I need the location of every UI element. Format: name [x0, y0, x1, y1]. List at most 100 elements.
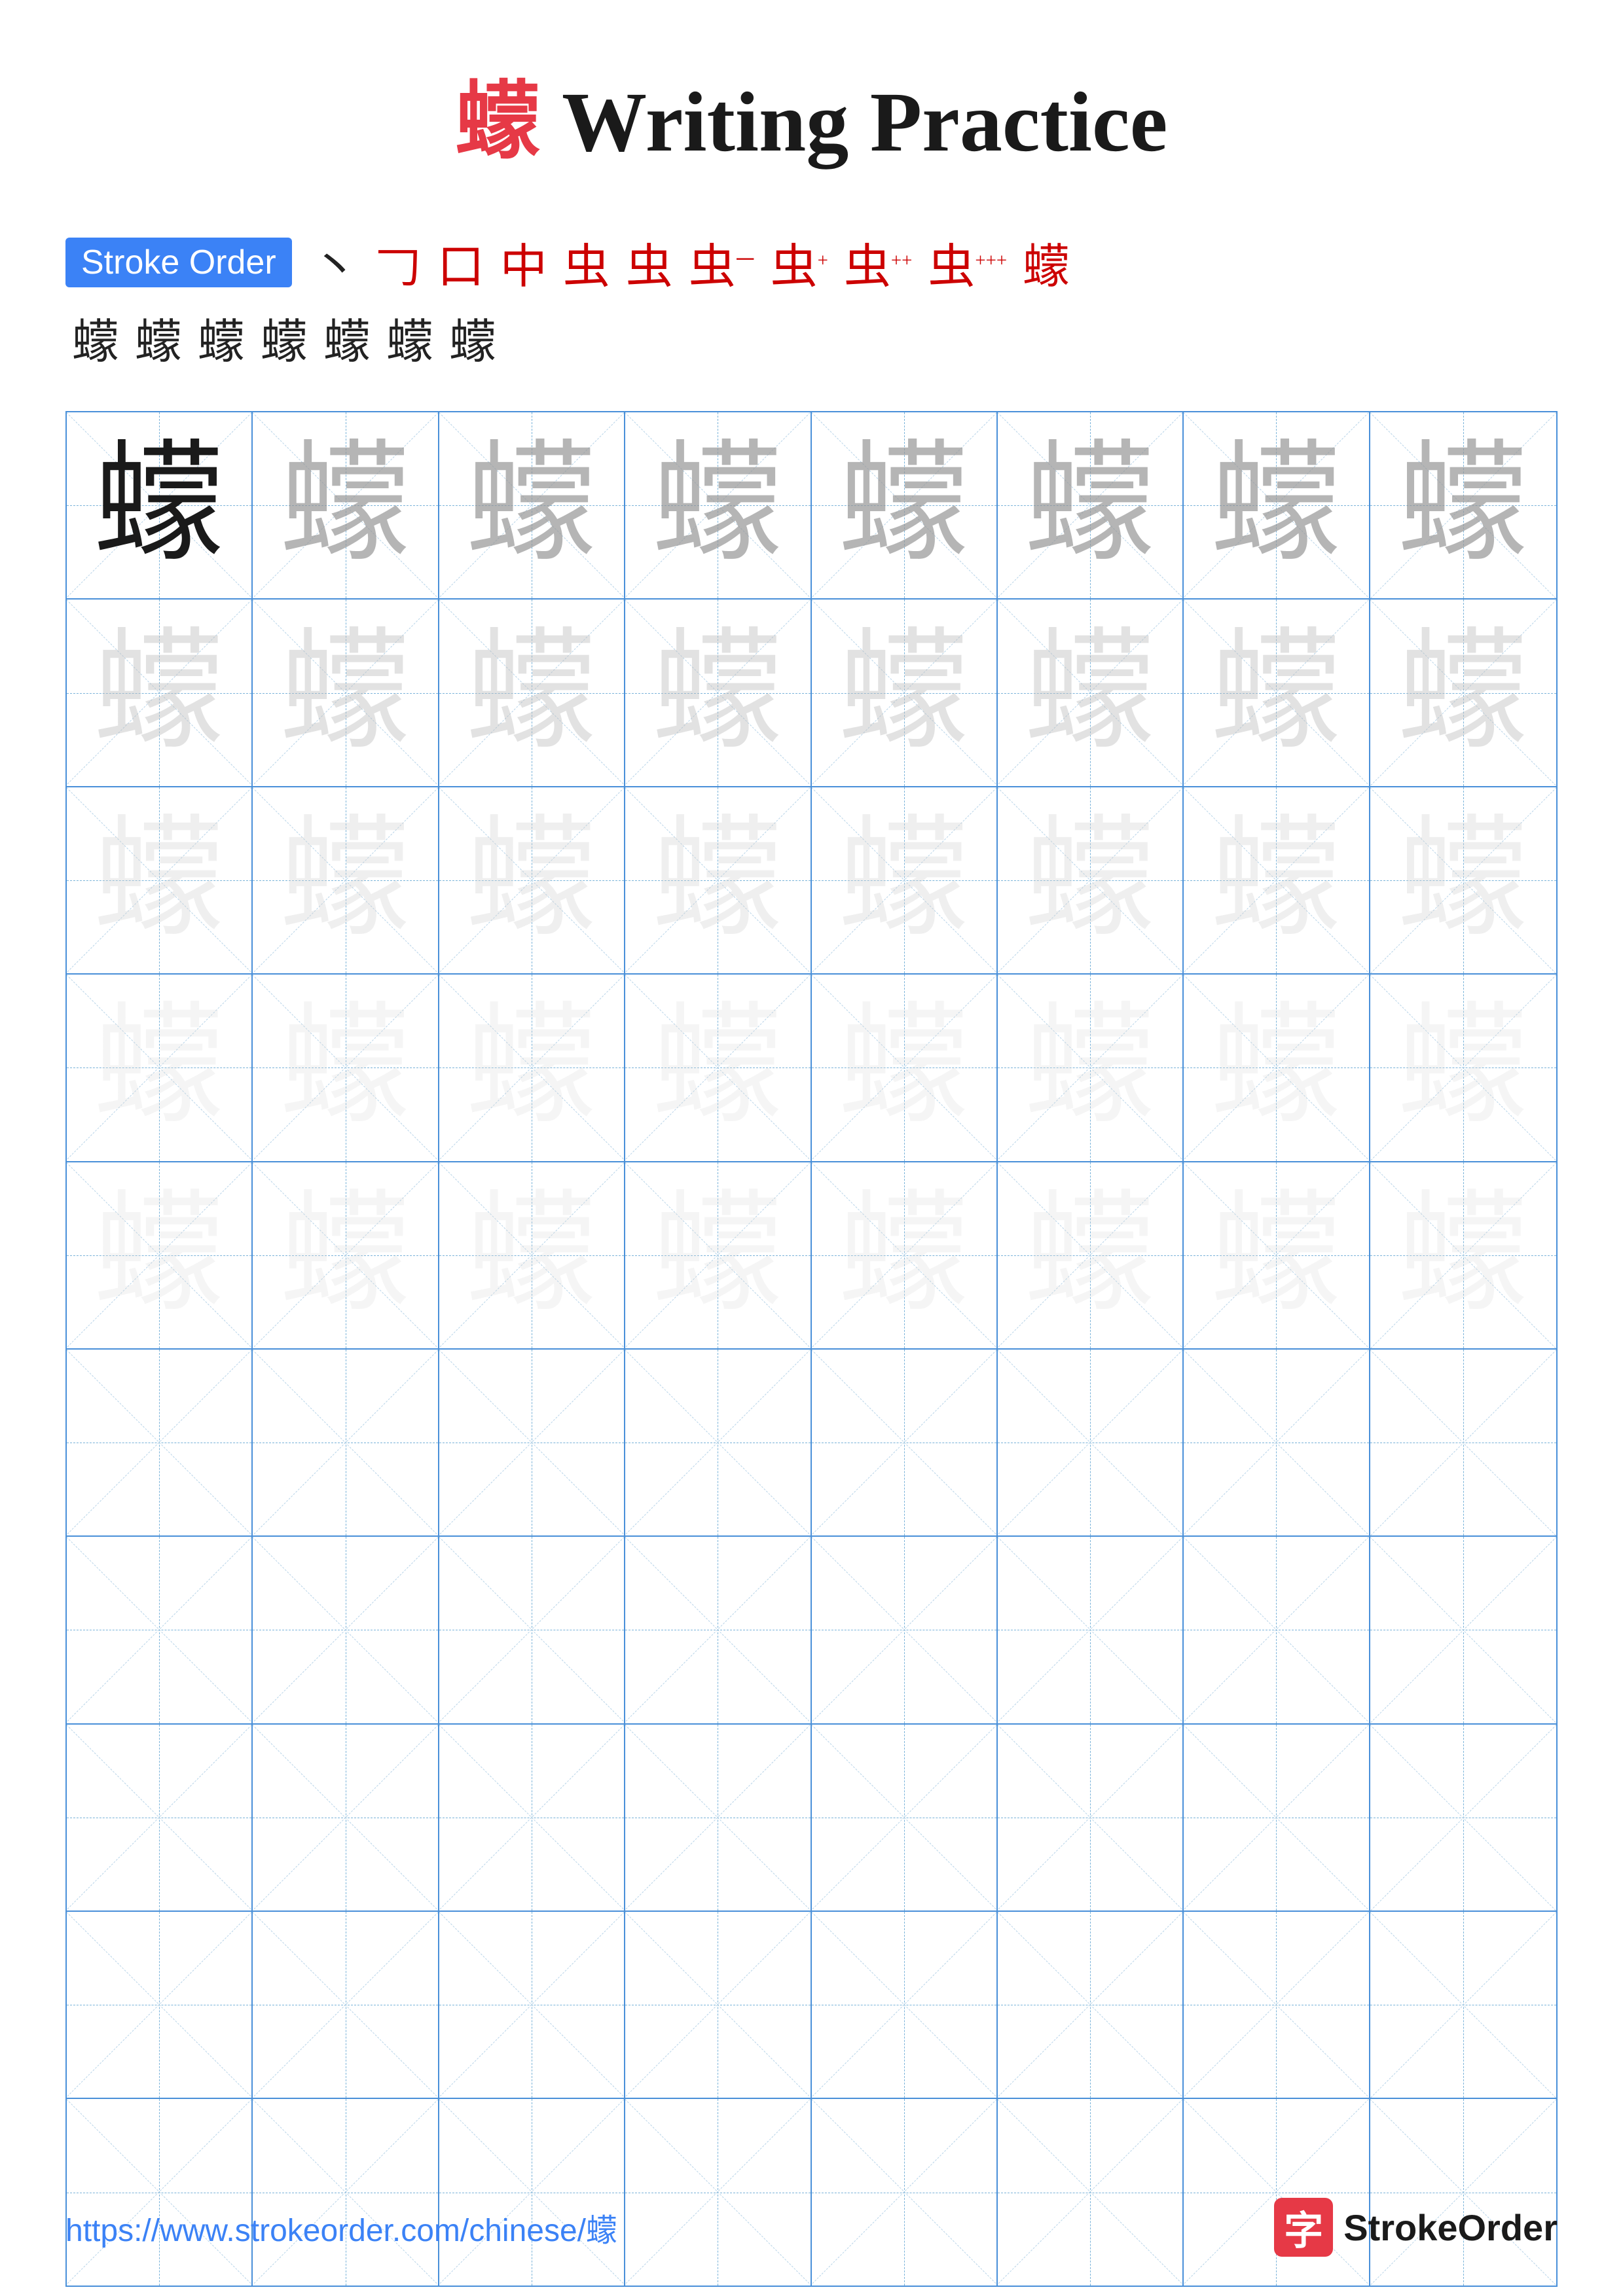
grid-cell-8-2	[439, 1912, 625, 2098]
logo-text: StrokeOrder	[1343, 2206, 1558, 2249]
grid-cell-2-7: 蠓	[1370, 787, 1556, 973]
grid-cell-5-5	[998, 1350, 1184, 1535]
grid-cell-7-4	[812, 1725, 998, 1910]
grid-cell-4-3: 蠓	[625, 1162, 811, 1348]
grid-cell-5-1	[253, 1350, 439, 1535]
practice-char-1-1: 蠓	[280, 628, 411, 759]
grid-cell-6-5	[998, 1537, 1184, 1723]
grid-cell-9-1	[253, 2099, 439, 2285]
footer-logo: 字 StrokeOrder	[1274, 2198, 1558, 2257]
stroke-step-7: 虫一	[689, 228, 755, 296]
grid-row-5	[67, 1350, 1556, 1537]
grid-cell-5-2	[439, 1350, 625, 1535]
grid-cell-0-4: 蠓	[812, 412, 998, 598]
grid-row-6	[67, 1537, 1556, 1724]
practice-char-2-7: 蠓	[1398, 815, 1529, 946]
stroke-step-6: 虫	[626, 228, 673, 296]
practice-char-2-5: 蠓	[1025, 815, 1156, 946]
practice-char-1-0: 蠓	[94, 628, 225, 759]
grid-cell-9-0	[67, 2099, 253, 2285]
grid-cell-4-0: 蠓	[67, 1162, 253, 1348]
stroke-order-row1: Stroke Order 丶 𠃌 口 中 虫 虫 虫一 虫+ 虫++ 虫+++ …	[65, 228, 1558, 296]
grid-cell-0-2: 蠓	[439, 412, 625, 598]
grid-cell-0-6: 蠓	[1184, 412, 1370, 598]
grid-cell-3-4: 蠓	[812, 975, 998, 1160]
grid-cell-5-4	[812, 1350, 998, 1535]
grid-cell-1-5: 蠓	[998, 600, 1184, 785]
grid-cell-6-6	[1184, 1537, 1370, 1723]
stroke-step-9: 虫++	[844, 228, 913, 296]
practice-char-1-6: 蠓	[1211, 628, 1341, 759]
grid-cell-2-0: 蠓	[67, 787, 253, 973]
grid-cell-8-6	[1184, 1912, 1370, 2098]
practice-char-3-7: 蠓	[1398, 1002, 1529, 1133]
grid-cell-3-2: 蠓	[439, 975, 625, 1160]
practice-char-4-2: 蠓	[466, 1190, 597, 1321]
stroke-chars-row1: 丶 𠃌 口 中 虫 虫 虫一 虫+ 虫++ 虫+++ 蠓	[312, 228, 1070, 296]
grid-cell-1-2: 蠓	[439, 600, 625, 785]
stroke-order-section: Stroke Order 丶 𠃌 口 中 虫 虫 虫一 虫+ 虫++ 虫+++ …	[65, 228, 1558, 372]
grid-cell-9-4	[812, 2099, 998, 2285]
grid-cell-7-3	[625, 1725, 811, 1910]
practice-char-0-2: 蠓	[466, 440, 597, 571]
grid-cell-0-3: 蠓	[625, 412, 811, 598]
grid-row-1: 蠓 蠓 蠓 蠓 蠓	[67, 600, 1556, 787]
practice-char-2-2: 蠓	[466, 815, 597, 946]
grid-cell-0-1: 蠓	[253, 412, 439, 598]
grid-cell-1-1: 蠓	[253, 600, 439, 785]
practice-char-0-0: 蠓	[94, 440, 225, 571]
practice-char-2-1: 蠓	[280, 815, 411, 946]
grid-cell-6-4	[812, 1537, 998, 1723]
practice-char-4-0: 蠓	[94, 1190, 225, 1321]
practice-char-1-5: 蠓	[1025, 628, 1156, 759]
stroke-order-badge: Stroke Order	[65, 238, 292, 287]
grid-cell-4-2: 蠓	[439, 1162, 625, 1348]
practice-char-2-3: 蠓	[652, 815, 783, 946]
stroke-step-2: 𠃌	[374, 228, 422, 296]
grid-cell-5-7	[1370, 1350, 1556, 1535]
grid-cell-4-5: 蠓	[998, 1162, 1184, 1348]
practice-char-0-1: 蠓	[280, 440, 411, 571]
grid-cell-4-4: 蠓	[812, 1162, 998, 1348]
practice-char-4-3: 蠓	[652, 1190, 783, 1321]
practice-char-1-2: 蠓	[466, 628, 597, 759]
footer-url[interactable]: https://www.strokeorder.com/chinese/蠓	[65, 2204, 617, 2250]
grid-cell-2-2: 蠓	[439, 787, 625, 973]
grid-cell-4-6: 蠓	[1184, 1162, 1370, 1348]
grid-row-7	[67, 1725, 1556, 1912]
practice-char-3-3: 蠓	[652, 1002, 783, 1133]
grid-cell-6-1	[253, 1537, 439, 1723]
practice-char-3-0: 蠓	[94, 1002, 225, 1133]
practice-char-2-4: 蠓	[839, 815, 970, 946]
grid-cell-0-5: 蠓	[998, 412, 1184, 598]
stroke-step-11: 蠓	[1023, 228, 1070, 296]
grid-cell-1-7: 蠓	[1370, 600, 1556, 785]
grid-cell-0-7: 蠓	[1370, 412, 1556, 598]
grid-cell-2-3: 蠓	[625, 787, 811, 973]
practice-char-4-5: 蠓	[1025, 1190, 1156, 1321]
practice-char-1-4: 蠓	[839, 628, 970, 759]
logo-icon: 字	[1274, 2198, 1333, 2257]
grid-cell-6-2	[439, 1537, 625, 1723]
grid-cell-3-6: 蠓	[1184, 975, 1370, 1160]
page-title: 蠓 Writing Practice	[456, 52, 1168, 175]
grid-cell-6-3	[625, 1537, 811, 1723]
stroke-order-row2: 蠓 蠓 蠓 蠓 蠓 蠓 蠓	[65, 303, 1558, 372]
grid-cell-5-3	[625, 1350, 811, 1535]
stroke-step-5: 虫	[563, 228, 610, 296]
grid-cell-9-2	[439, 2099, 625, 2285]
grid-cell-8-4	[812, 1912, 998, 2098]
practice-char-2-0: 蠓	[94, 815, 225, 946]
grid-cell-9-6	[1184, 2099, 1370, 2285]
practice-char-0-3: 蠓	[652, 440, 783, 571]
practice-char-3-6: 蠓	[1211, 1002, 1341, 1133]
grid-cell-7-5	[998, 1725, 1184, 1910]
stroke-step-8: 虫+	[771, 228, 828, 296]
grid-cell-4-7: 蠓	[1370, 1162, 1556, 1348]
footer: https://www.strokeorder.com/chinese/蠓 字 …	[65, 2198, 1558, 2257]
title-character: 蠓	[456, 75, 541, 170]
grid-cell-1-4: 蠓	[812, 600, 998, 785]
stroke-step-15: 蠓	[261, 303, 308, 372]
stroke-step-4: 中	[500, 228, 547, 296]
practice-char-2-6: 蠓	[1211, 815, 1341, 946]
